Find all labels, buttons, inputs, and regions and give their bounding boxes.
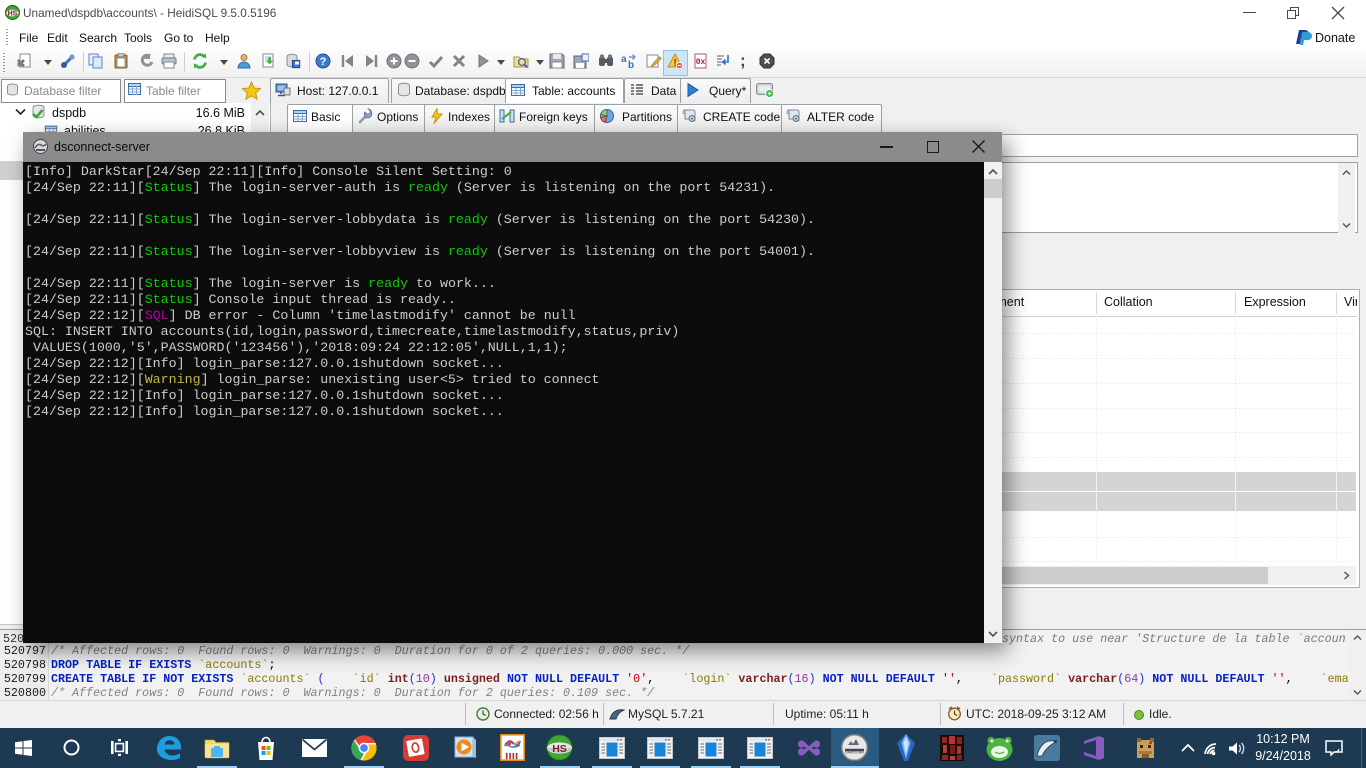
svg-text:HS: HS	[8, 11, 18, 18]
svg-text:a: a	[621, 54, 627, 65]
svg-text:?: ?	[320, 56, 327, 68]
svg-text:!: !	[673, 58, 676, 69]
svg-text:▌▌▌▌: ▌▌▌▌	[506, 753, 519, 760]
svg-text:HS: HS	[552, 743, 567, 755]
svg-text:DARKSTAR: DARKSTAR	[845, 751, 864, 755]
svg-text:0x: 0x	[696, 58, 706, 67]
svg-text:b: b	[628, 60, 634, 69]
